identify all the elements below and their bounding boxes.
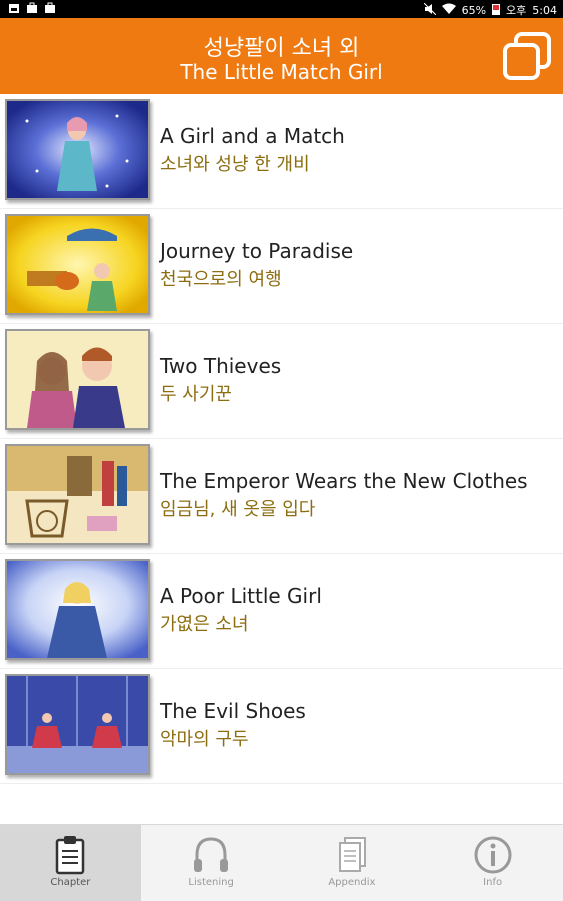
chapter-title-korean: 두 사기꾼 (160, 384, 232, 405)
tab-chapter[interactable]: Chapter (0, 825, 141, 901)
bag-notification-icon (44, 2, 56, 14)
wifi-icon (441, 3, 456, 18)
mute-icon (423, 2, 436, 18)
chapter-row-2[interactable]: Journey to Paradise 천국으로의 여행 (0, 209, 563, 324)
header-title-korean: 성냥팔이 소녀 외 (203, 36, 360, 61)
chapter-title-korean: 임금님, 새 옷을 입다 (160, 499, 316, 520)
app-header: 성냥팔이 소녀 외 The Little Match Girl (0, 18, 563, 94)
chapter-row-5[interactable]: A Poor Little Girl 가엾은 소녀 (0, 554, 563, 669)
chapter-thumbnail (5, 444, 150, 545)
chapter-row-3[interactable]: Two Thieves 두 사기꾼 (0, 324, 563, 439)
chapter-title-english: Journey to Paradise (160, 239, 354, 263)
clipboard-icon (56, 836, 85, 875)
chapter-list: A Girl and a Match 소녀와 성냥 한 개비 Journey t… (0, 94, 563, 784)
bottom-tab-bar: Chapter Listening Appendix Info (0, 824, 563, 901)
chapter-title-korean: 악마의 구두 (160, 729, 249, 750)
image-notification-icon (8, 2, 20, 14)
tab-label: Chapter (50, 877, 91, 888)
status-bar: 65% 오후 5:04 (0, 0, 563, 18)
overlapping-squares-icon (503, 32, 551, 80)
battery-icon (492, 3, 501, 18)
tab-appendix[interactable]: Appendix (282, 825, 423, 901)
chapter-title-korean: 천국으로의 여행 (160, 269, 282, 290)
chapter-title-korean: 소녀와 성냥 한 개비 (160, 154, 310, 175)
chapter-title-english: A Girl and a Match (160, 124, 345, 148)
chapter-title-english: The Emperor Wears the New Clothes (160, 469, 528, 493)
info-icon (474, 836, 512, 874)
chapter-title-korean: 가엾은 소녀 (160, 614, 249, 635)
tab-info[interactable]: Info (422, 825, 563, 901)
chapter-title-english: The Evil Shoes (160, 699, 306, 723)
clock-time: 5:04 (532, 3, 557, 17)
tab-label: Info (483, 877, 503, 888)
chapter-thumbnail (5, 674, 150, 775)
window-switch-button[interactable] (501, 30, 553, 82)
tab-label: Appendix (328, 877, 376, 888)
pages-icon (338, 837, 366, 872)
chapter-thumbnail (5, 99, 150, 200)
chapter-thumbnail (5, 214, 150, 315)
chapter-title-english: A Poor Little Girl (160, 584, 322, 608)
time-period: 오후 (506, 4, 527, 17)
chapter-thumbnail (5, 329, 150, 430)
header-title-english: The Little Match Girl (180, 60, 383, 84)
headphones-icon (194, 837, 229, 872)
tab-listening[interactable]: Listening (141, 825, 282, 901)
tab-label: Listening (188, 877, 234, 888)
bag-notification-icon (26, 2, 38, 14)
chapter-row-6[interactable]: The Evil Shoes 악마의 구두 (0, 669, 563, 784)
chapter-row-4[interactable]: The Emperor Wears the New Clothes 임금님, 새… (0, 439, 563, 554)
battery-level: 65% (461, 3, 487, 17)
chapter-row-1[interactable]: A Girl and a Match 소녀와 성냥 한 개비 (0, 94, 563, 209)
chapter-title-english: Two Thieves (160, 354, 282, 378)
chapter-thumbnail (5, 559, 150, 660)
